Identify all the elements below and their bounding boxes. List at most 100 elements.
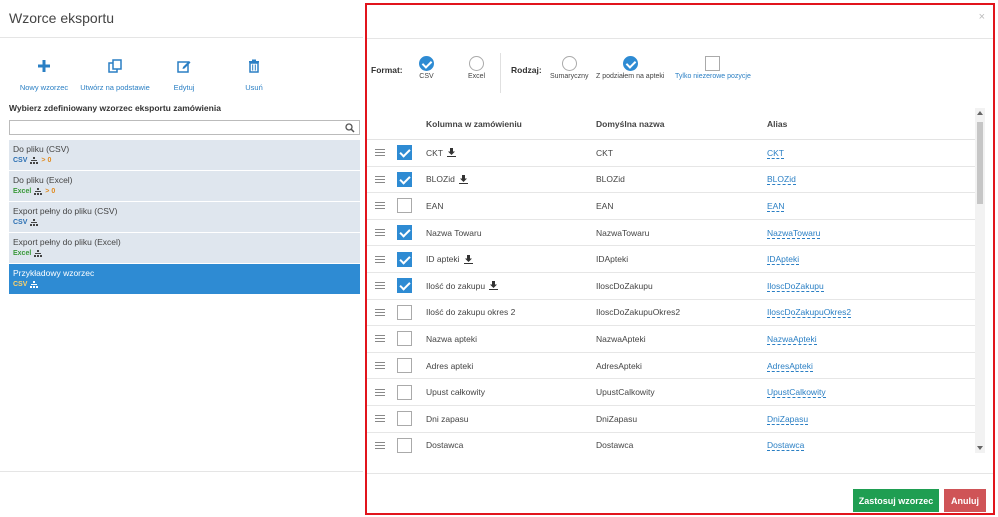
drag-handle-icon[interactable] [375,255,385,263]
drag-handle-icon[interactable] [375,415,385,423]
column-include-checkbox[interactable] [397,225,412,241]
drag-handle-icon[interactable] [375,282,385,290]
drag-handle-icon[interactable] [375,229,385,237]
apply-template-button[interactable]: Zastosuj wzorzec [853,489,939,512]
templates-panel: Wzorce eksportu Nowy wzorzec Utwórz na p… [0,0,363,517]
scroll-up-arrow-icon[interactable] [977,111,983,115]
new-template-button[interactable]: Nowy wzorzec [9,58,79,95]
template-item[interactable]: Do pliku (CSV) CSV > 0 [9,140,360,171]
column-header-alias: Alias [767,118,788,129]
column-include-checkbox[interactable] [397,304,412,320]
template-list: Do pliku (CSV) CSV > 0 Do pliku (Excel) … [9,140,360,295]
drag-handle-icon[interactable] [375,175,385,183]
column-include-checkbox[interactable] [397,251,412,267]
alias-link[interactable]: NazwaApteki [767,333,817,345]
column-name: CKT [426,147,443,158]
format-badge: Excel [13,250,32,257]
scroll-thumb[interactable] [977,122,983,204]
edit-button[interactable]: Edytuj [149,58,219,95]
column-header-default: Domyślna nazwa [596,118,665,129]
column-include-checkbox[interactable] [397,198,412,214]
table-row: Dni zapasu DniZapasu DniZapasu [367,406,975,433]
table-row: EAN EAN EAN [367,193,975,220]
column-name: Upust całkowity [426,387,486,398]
drag-handle-icon[interactable] [375,308,385,316]
kind-summary-radio[interactable]: Sumaryczny [550,56,589,80]
alias-link[interactable]: EAN [767,200,785,212]
alias-link[interactable]: NazwaTowaru [767,227,821,239]
search-input[interactable] [9,120,360,135]
alias-link[interactable]: AdresApteki [767,360,813,372]
hierarchy-icon [30,281,39,288]
delete-button[interactable]: Usuń [219,58,289,95]
format-excel-radio[interactable]: Excel [468,56,485,80]
alias-link[interactable]: DniZapasu [767,413,809,425]
column-include-checkbox[interactable] [397,411,412,427]
cancel-button[interactable]: Anuluj [944,489,986,512]
alias-link[interactable]: IloscDoZakupuOkres2 [767,307,852,319]
drag-handle-icon[interactable] [375,388,385,396]
column-include-checkbox[interactable] [397,145,412,161]
drag-handle-icon[interactable] [375,441,385,449]
hierarchy-icon [30,219,39,226]
column-include-checkbox[interactable] [397,384,412,400]
radio-checked-icon [419,56,434,71]
template-name: Do pliku (Excel) [13,175,73,185]
default-name: IDApteki [596,254,629,265]
drag-handle-icon[interactable] [375,362,385,370]
column-name: ID apteki [426,254,460,265]
table-row: Ilość do zakupu okres 2 IloscDoZakupuOkre… [367,300,975,327]
column-include-checkbox[interactable] [397,437,412,453]
divider [367,473,993,474]
download-icon [463,254,473,264]
alias-link[interactable]: BLOZid [767,174,796,186]
default-name: NazwaTowaru [596,227,650,238]
kind-by-pharmacy-radio[interactable]: Z podziałem na apteki [596,56,664,80]
alias-link[interactable]: IDApteki [767,254,800,266]
table-header: Kolumna w zamówieniu Domyślna nazwa Alia… [367,108,975,140]
default-name: BLOZid [596,174,625,185]
quantity-filter: > 0 [45,188,56,195]
only-nonzero-checkbox[interactable]: Tylko niezerowe pozycje [675,56,751,80]
search-icon [345,123,355,133]
default-name: IloscDoZakupu [596,280,653,291]
close-icon[interactable]: × [979,11,985,23]
default-name: DniZapasu [596,413,638,424]
template-editor-modal: × Format: CSV Excel Rodzaj: Sumaryczny Z… [365,3,995,515]
column-include-checkbox[interactable] [397,171,412,187]
alias-link[interactable]: Dostawca [767,440,805,452]
column-name: Dni zapasu [426,413,469,424]
column-include-checkbox[interactable] [397,331,412,347]
drag-handle-icon[interactable] [375,149,385,157]
drag-handle-icon[interactable] [375,335,385,343]
alias-link[interactable]: CKT [767,147,784,159]
divider [500,53,501,93]
column-include-checkbox[interactable] [397,358,412,374]
new-template-label: Nowy wzorzec [19,83,69,92]
template-item[interactable]: Export pełny do pliku (Excel) Excel [9,233,360,264]
template-item[interactable]: Do pliku (Excel) Excel > 0 [9,171,360,202]
create-based-on-label: Utwórz na podstawie [80,83,150,92]
table-row: Adres apteki AdresApteki AdresApteki [367,353,975,380]
quantity-filter: > 0 [41,157,52,164]
scroll-down-arrow-icon[interactable] [977,446,983,450]
drag-handle-icon[interactable] [375,202,385,210]
radio-unchecked-icon [561,56,577,71]
format-csv-radio[interactable]: CSV [419,56,434,80]
default-name: EAN [596,200,614,211]
edit-icon [177,61,191,73]
column-include-checkbox[interactable] [397,278,412,294]
divider [367,38,993,39]
template-item-selected[interactable]: Przykładowy wzorzec CSV [9,264,360,295]
template-item[interactable]: Export pełny do pliku (CSV) CSV [9,202,360,233]
columns-table: Kolumna w zamówieniu Domyślna nazwa Alia… [367,108,975,458]
alias-link[interactable]: UpustCalkowity [767,387,826,399]
table-scrollbar[interactable] [975,108,985,453]
format-csv-label: CSV [419,73,434,80]
column-name: Nazwa Towaru [426,227,482,238]
default-name: NazwaApteki [596,333,646,344]
column-name: Ilość do zakupu okres 2 [426,307,516,318]
alias-link[interactable]: IloscDoZakupu [767,280,824,292]
create-based-on-button[interactable]: Utwórz na podstawie [80,58,150,95]
panel-title: Wzorce eksportu [9,10,115,26]
